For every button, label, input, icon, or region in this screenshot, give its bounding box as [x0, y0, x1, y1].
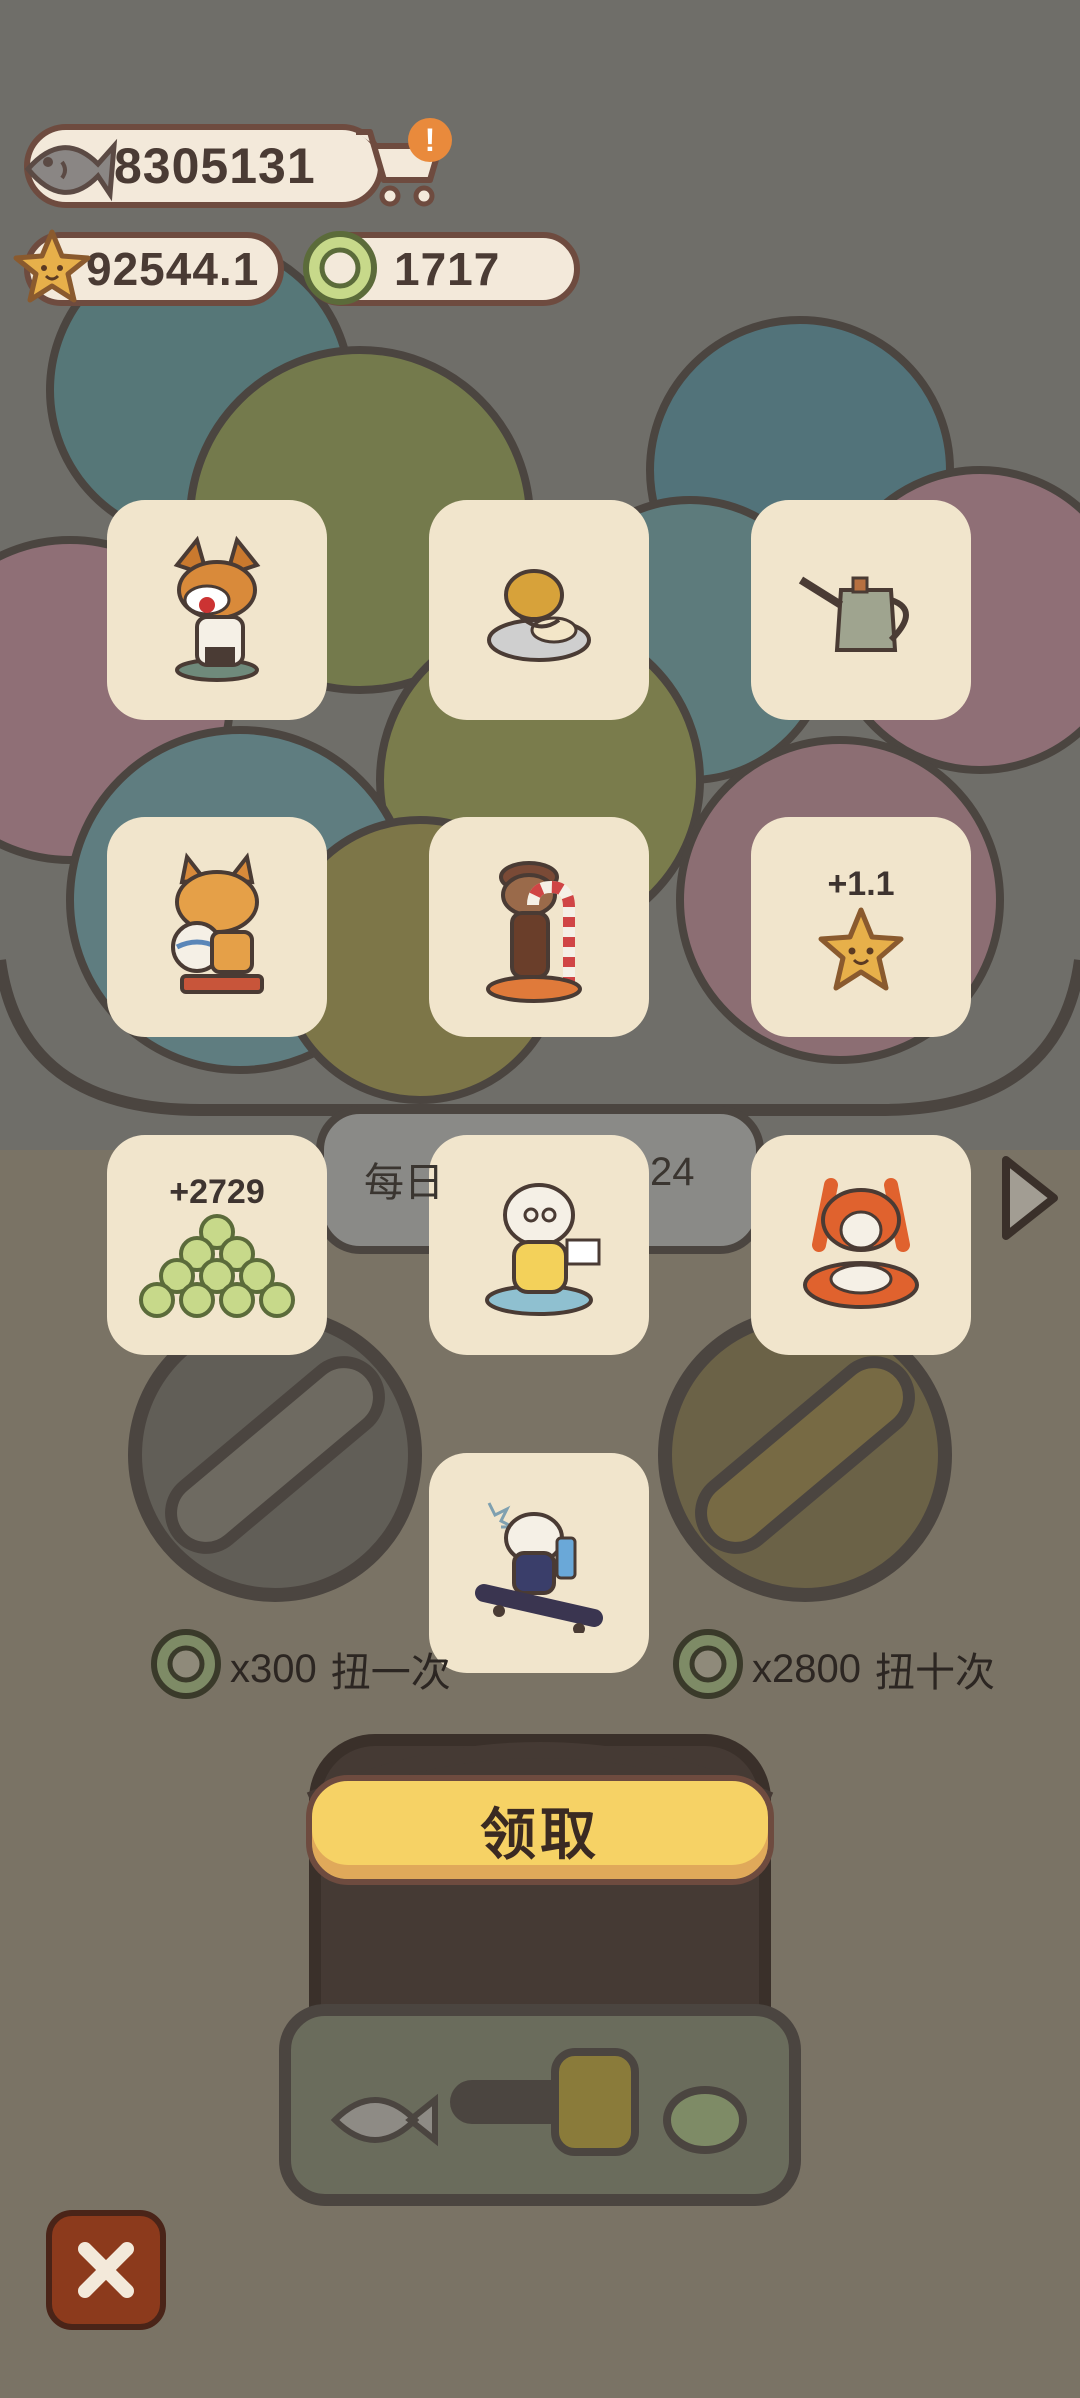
cat-plate-figurine-icon — [487, 569, 591, 662]
coin-icon — [300, 228, 380, 313]
star-reward-icon — [818, 907, 904, 990]
coin-count: 1717 — [394, 243, 501, 295]
coin-pile-icon — [139, 1213, 295, 1318]
shop-alert-badge: ! — [408, 118, 452, 162]
ten-spin-label: 扭十次 — [874, 1651, 995, 1695]
fish-icon — [18, 124, 118, 219]
skateboard-figurine-icon — [475, 1502, 603, 1633]
watering-can-icon — [798, 576, 909, 652]
reward-card-carrot-bunny[interactable] — [751, 1135, 971, 1355]
claim-button[interactable]: 领取 — [306, 1775, 774, 1885]
reward-card-lynx[interactable] — [107, 817, 327, 1037]
close-icon — [78, 2242, 134, 2298]
carrot-bunny-figurine-icon — [803, 1178, 919, 1309]
star-icon — [12, 226, 92, 311]
reward-card-candy-cane[interactable] — [429, 817, 649, 1037]
star-count: 92544.1 — [86, 243, 260, 295]
reward-card-bear-chef[interactable] — [429, 1135, 649, 1355]
reward-card-corgi[interactable] — [107, 500, 327, 720]
single-spin-button[interactable]: x300 扭一次 — [148, 1626, 451, 1712]
reward-card-cat-plate[interactable] — [429, 500, 649, 720]
candy-cane-figurine-icon — [486, 861, 582, 1003]
close-button[interactable] — [46, 2210, 166, 2330]
daily-counter: 每日 — [364, 1150, 444, 1208]
coin-icon — [148, 1626, 224, 1712]
coin-reward-amount: +2729 — [169, 1172, 265, 1211]
star-reward-amount: +1.1 — [827, 864, 895, 903]
daily-label-left: 每日 — [364, 1161, 444, 1205]
ten-spin-cost: x2800 — [752, 1646, 861, 1691]
daily-counter-value: 24 — [650, 1150, 695, 1194]
reward-card-coins[interactable]: +2729 — [107, 1135, 327, 1355]
ten-spin-button[interactable]: x2800 扭十次 — [670, 1626, 995, 1712]
single-spin-cost: x300 — [230, 1646, 317, 1691]
reward-card-skateboard[interactable] — [429, 1453, 649, 1673]
fish-count: 8305131 — [114, 138, 316, 194]
gacha-screen: 8305131 ! 92544.1 1717 +1.1 +2729 每日 24 … — [0, 0, 1080, 2398]
bear-chef-figurine-icon — [485, 1183, 601, 1316]
reward-card-star[interactable]: +1.1 — [751, 817, 971, 1037]
next-arrow-button[interactable] — [998, 1150, 1062, 1251]
single-spin-label: 扭一次 — [330, 1651, 451, 1695]
reward-card-watering-can[interactable] — [751, 500, 971, 720]
lynx-figurine-icon — [171, 852, 264, 994]
coin-icon — [670, 1626, 746, 1712]
corgi-figurine-icon — [173, 535, 261, 682]
